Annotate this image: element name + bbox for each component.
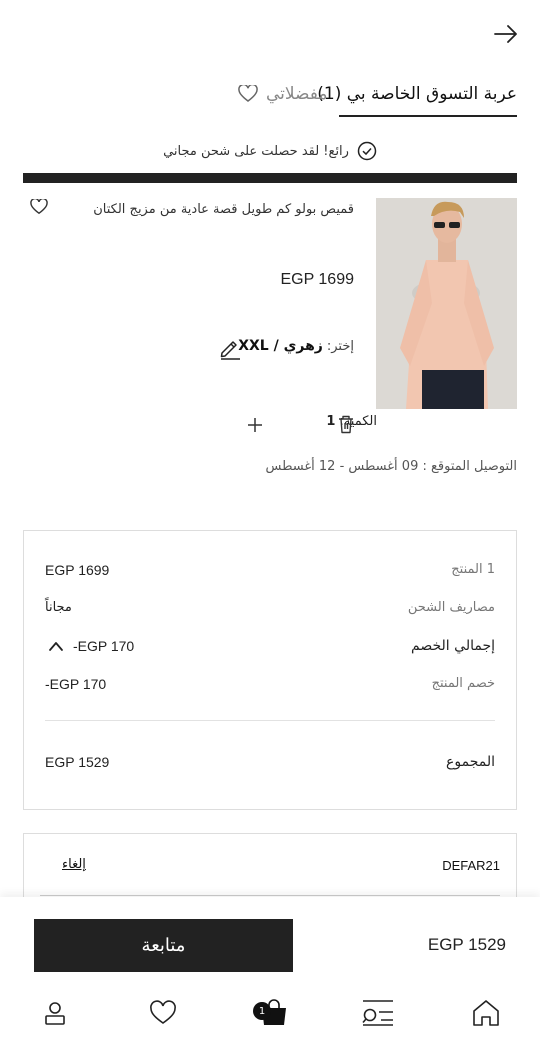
shipping-progress-bar [23, 173, 517, 183]
active-tab-indicator [339, 115, 517, 117]
summary-items-value: EGP 1699 [45, 562, 110, 578]
edit-pencil-icon[interactable] [218, 336, 242, 360]
summary-discount-total-label: إجمالي الخصم [411, 638, 495, 654]
trash-icon[interactable] [337, 414, 355, 434]
summary-row-shipping: مصاريف الشحن مجاناً [45, 600, 495, 622]
search-icon[interactable] [361, 998, 395, 1028]
product-image[interactable] [376, 198, 517, 409]
profile-icon[interactable] [40, 998, 70, 1028]
chevron-up-icon[interactable] [48, 640, 64, 652]
coupon-code: DEFAR21 [442, 858, 500, 873]
quantity-value: 1 [326, 414, 336, 429]
product-price: EGP 1699 [280, 271, 354, 288]
summary-row-product-discount: خصم المنتج -EGP 170 [45, 676, 495, 698]
summary-product-discount-value: -EGP 170 [45, 676, 107, 692]
summary-row-total: المجموع EGP 1529 [45, 754, 495, 776]
summary-items-label: 1 المنتج [451, 562, 495, 577]
add-to-favorites-heart-icon[interactable] [30, 199, 48, 215]
free-shipping-notice: رائع! لقد حصلت على شحن مجاني [0, 140, 540, 162]
summary-product-discount-label: خصم المنتج [431, 676, 495, 691]
free-shipping-text: رائع! لقد حصلت على شحن مجاني [163, 143, 349, 159]
summary-shipping-label: مصاريف الشحن [407, 600, 495, 615]
product-title[interactable]: قميص بولو كم طويل قصة عادية من مزيج الكت… [93, 202, 354, 217]
heart-icon [238, 85, 258, 103]
summary-row-items: 1 المنتج EGP 1699 [45, 562, 495, 584]
variant-value: زهري / XXL [238, 338, 323, 354]
variant-selector[interactable]: إختر: زهري / XXL [238, 338, 354, 354]
back-arrow-icon[interactable] [492, 22, 520, 46]
summary-row-discount-total[interactable]: إجمالي الخصم -EGP 170 [45, 638, 495, 660]
delivery-estimate: التوصيل المتوقع : 09 أغسطس - 12 أغسطس [265, 459, 517, 474]
checkout-total: EGP 1529 [427, 935, 506, 954]
tab-cart[interactable]: عربة التسوق الخاصة بي (1) [317, 82, 517, 106]
home-icon[interactable] [471, 998, 501, 1028]
coupon-divider [40, 895, 500, 896]
coupon-cancel-link[interactable]: إلغاء [62, 857, 86, 872]
summary-total-value: EGP 1529 [45, 754, 110, 770]
summary-shipping-value: مجاناً [45, 600, 72, 615]
cart-badge: 1 [253, 1002, 271, 1020]
plus-icon[interactable] [246, 416, 264, 434]
summary-divider [45, 720, 495, 721]
continue-button[interactable]: متابعة [34, 919, 293, 972]
tab-favorites-label: مفضلاتي [266, 84, 328, 104]
summary-discount-total-value: -EGP 170 [73, 638, 135, 654]
tab-favorites[interactable]: مفضلاتي [238, 82, 328, 106]
variant-label: إختر: [326, 338, 354, 354]
heart-icon[interactable] [148, 998, 178, 1028]
summary-total-label: المجموع [446, 754, 495, 770]
check-circle-icon [357, 141, 377, 161]
